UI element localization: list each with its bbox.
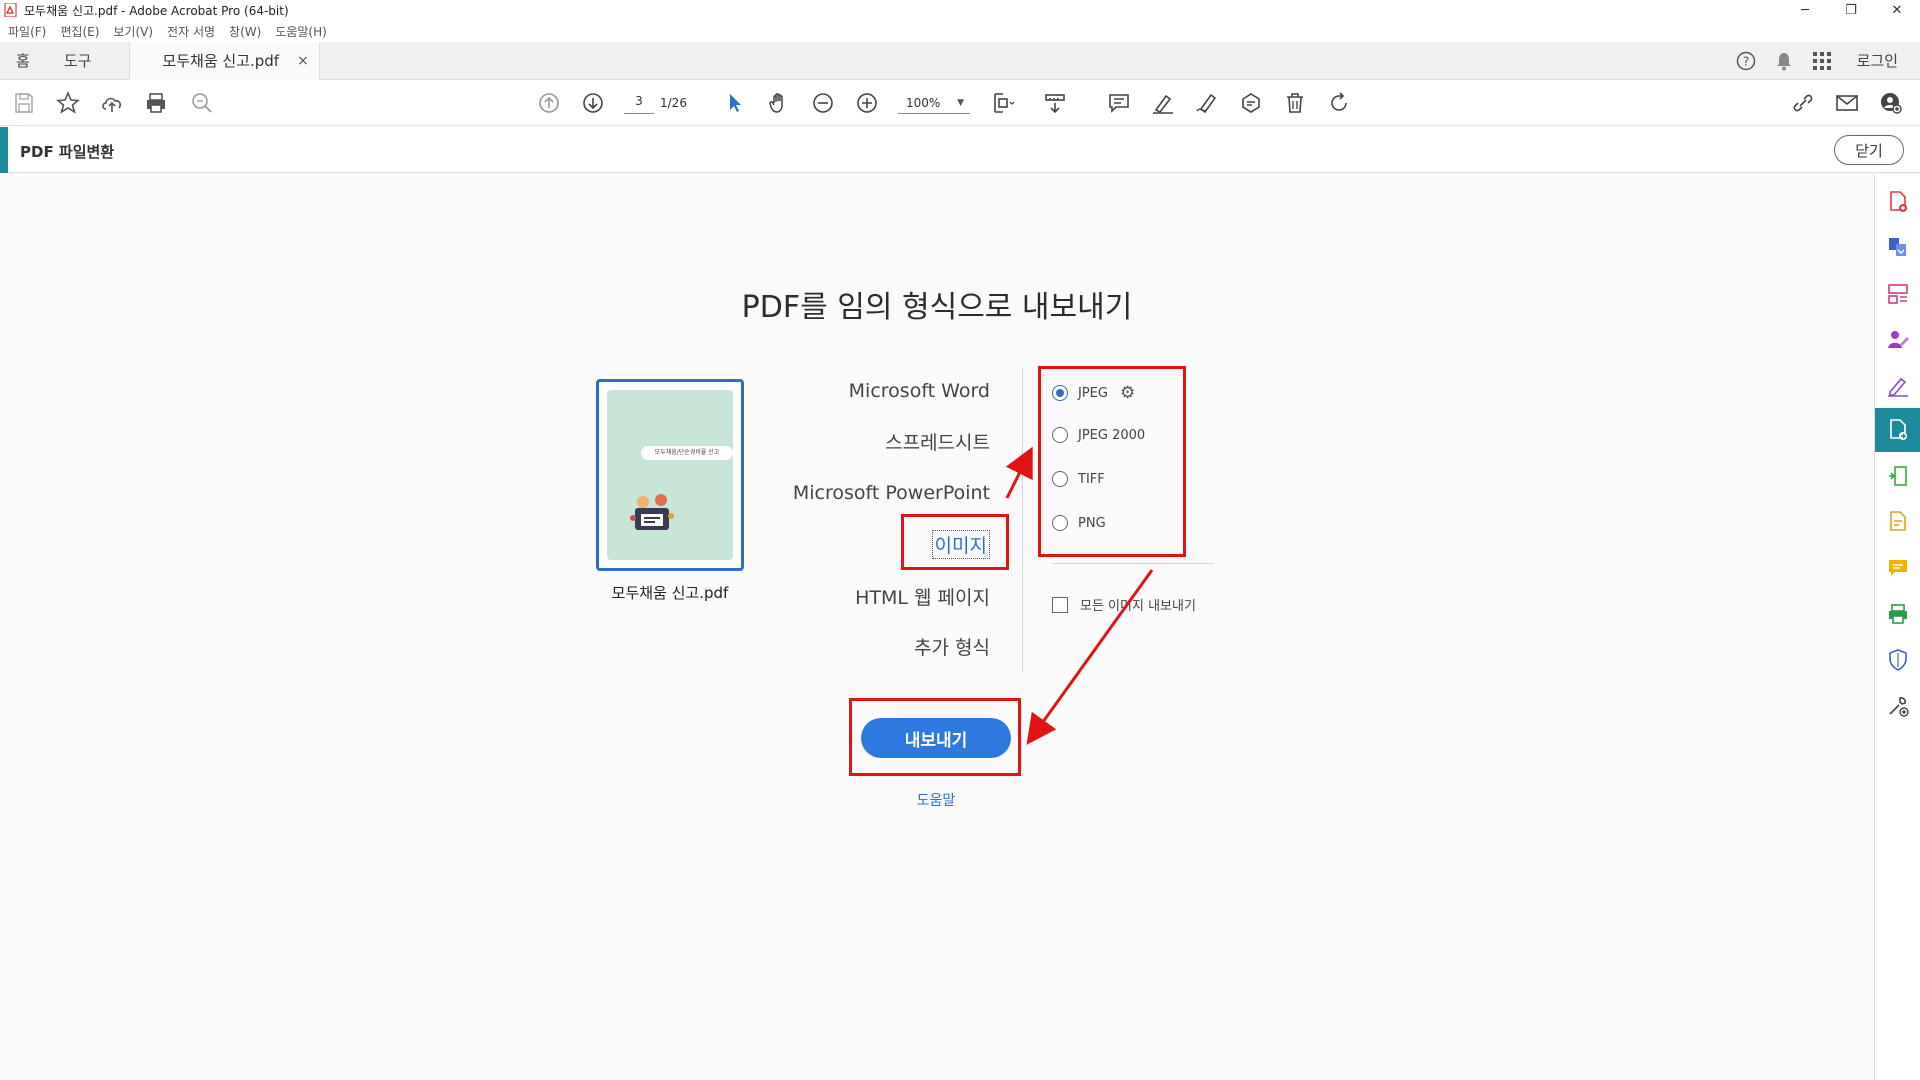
- tab-home[interactable]: 홈: [0, 42, 48, 80]
- user-add-icon[interactable]: [1878, 90, 1904, 116]
- link-share-icon[interactable]: [1790, 90, 1816, 116]
- zoom-level-select[interactable]: 100% ▼: [898, 92, 970, 114]
- next-page-icon[interactable]: [580, 90, 606, 116]
- thumbnail-pill-text: 모두채움/단순경비율 신고: [641, 446, 733, 460]
- highlight-pen-icon[interactable]: [1150, 90, 1176, 116]
- help-link[interactable]: 도움말: [861, 790, 1011, 810]
- format-divider: [1022, 368, 1023, 672]
- format-spreadsheet[interactable]: 스프레드시트: [885, 428, 990, 455]
- zoom-out-icon[interactable]: [810, 90, 836, 116]
- restore-button[interactable]: ❐: [1828, 0, 1874, 20]
- close-tab-icon[interactable]: ×: [297, 53, 309, 69]
- file-thumbnail[interactable]: 모두채움/단순경비율 신고: [596, 379, 744, 571]
- menu-edit[interactable]: 편집(E): [60, 23, 99, 40]
- save-icon[interactable]: [11, 90, 37, 116]
- request-signature-icon[interactable]: [1875, 318, 1920, 362]
- export-pdf-icon[interactable]: [1875, 408, 1920, 452]
- menu-view[interactable]: 보기(V): [113, 23, 153, 40]
- rotate-icon[interactable]: [1326, 90, 1352, 116]
- annotation-box-options: [1038, 366, 1186, 557]
- tab-bar-right: ? 로그인: [1727, 42, 1920, 80]
- print-production-icon[interactable]: [1875, 592, 1920, 636]
- arrow-to-options: [1005, 446, 1033, 499]
- edit-pdf-icon[interactable]: [1875, 500, 1920, 544]
- format-html[interactable]: HTML 웹 페이지: [855, 583, 990, 610]
- comment-tool-icon[interactable]: [1875, 546, 1920, 590]
- options-divider: [1052, 563, 1214, 564]
- hand-tool-icon[interactable]: [766, 90, 792, 116]
- sign-pen-icon[interactable]: [1194, 90, 1220, 116]
- protect-shield-icon[interactable]: [1875, 638, 1920, 682]
- acrobat-app-icon: [4, 3, 17, 17]
- zoom-search-icon[interactable]: [189, 90, 215, 116]
- tab-tools[interactable]: 도구: [48, 42, 110, 80]
- cloud-upload-icon[interactable]: [99, 90, 125, 116]
- zoom-in-icon[interactable]: [854, 90, 880, 116]
- zoom-level-value: 100%: [906, 95, 941, 110]
- stamp-icon[interactable]: [1238, 90, 1264, 116]
- tab-bar: 홈 도구 모두채움 신고.pdf × ? 로그인: [0, 41, 1920, 80]
- print-icon[interactable]: [143, 90, 169, 116]
- convert-pdf-bar: PDF 파일변환 닫기: [0, 127, 1920, 173]
- previous-page-icon[interactable]: [536, 90, 562, 116]
- email-icon[interactable]: [1834, 90, 1860, 116]
- export-all-images-checkbox[interactable]: [1052, 596, 1068, 613]
- create-pdf-icon[interactable]: [1875, 180, 1920, 224]
- format-word[interactable]: Microsoft Word: [849, 380, 990, 402]
- combine-files-icon[interactable]: [1875, 226, 1920, 270]
- format-powerpoint[interactable]: Microsoft PowerPoint: [793, 482, 990, 504]
- export-all-images-option[interactable]: 모든 이미지 내보내기: [1052, 595, 1196, 614]
- close-window-button[interactable]: ✕: [1874, 0, 1920, 20]
- minimize-button[interactable]: ─: [1782, 0, 1828, 20]
- delete-trash-icon[interactable]: [1282, 90, 1308, 116]
- menu-bar: 파일(F) 편집(E) 보기(V) 전자 서명 창(W) 도움말(H): [0, 20, 1920, 42]
- tab-document[interactable]: 모두채움 신고.pdf ×: [129, 41, 320, 80]
- annotation-box-export: [849, 698, 1021, 776]
- export-heading: PDF를 임의 형식으로 내보내기: [741, 290, 1133, 325]
- compress-pdf-icon[interactable]: [1875, 454, 1920, 498]
- chevron-down-icon: ▼: [957, 97, 964, 108]
- scroll-mode-icon[interactable]: [1042, 90, 1068, 116]
- bell-icon[interactable]: [1765, 51, 1803, 71]
- menu-file[interactable]: 파일(F): [8, 23, 46, 40]
- export-all-images-label: 모든 이미지 내보내기: [1080, 599, 1196, 614]
- right-tools-panel: [1874, 174, 1920, 1080]
- tool-title: PDF 파일변환: [20, 143, 115, 161]
- tool-accent-strip: [0, 127, 8, 173]
- close-tool-button[interactable]: 닫기: [1834, 135, 1904, 165]
- page-count: 1/26: [660, 96, 687, 110]
- select-cursor-icon[interactable]: [722, 90, 748, 116]
- apps-grid-icon[interactable]: [1803, 51, 1841, 70]
- organize-pages-icon[interactable]: [1875, 272, 1920, 316]
- window-title: 모두채움 신고.pdf - Adobe Acrobat Pro (64-bit): [24, 3, 289, 18]
- thumbnail-illustration: [630, 494, 674, 530]
- thumbnail-page: 모두채움/단순경비율 신고: [607, 390, 733, 560]
- format-more[interactable]: 추가 형식: [914, 633, 990, 660]
- svg-text:?: ?: [1742, 54, 1748, 68]
- tab-document-label: 모두채움 신고.pdf: [162, 52, 280, 70]
- more-tools-icon[interactable]: [1875, 684, 1920, 728]
- annotation-box-image: [901, 514, 1009, 570]
- help-icon[interactable]: ?: [1727, 51, 1765, 71]
- page-fit-icon[interactable]: [990, 90, 1016, 116]
- comment-icon[interactable]: [1106, 90, 1132, 116]
- login-link[interactable]: 로그인: [1857, 50, 1898, 71]
- menu-esign[interactable]: 전자 서명: [167, 23, 215, 40]
- title-bar: 모두채움 신고.pdf - Adobe Acrobat Pro (64-bit)…: [0, 0, 1920, 20]
- menu-help[interactable]: 도움말(H): [275, 23, 327, 40]
- menu-window[interactable]: 창(W): [229, 23, 261, 40]
- bookmark-star-icon[interactable]: [55, 90, 81, 116]
- page-number-input[interactable]: 3: [624, 94, 654, 114]
- file-name-label: 모두채움 신고.pdf: [611, 584, 729, 602]
- fill-sign-icon[interactable]: [1875, 364, 1920, 408]
